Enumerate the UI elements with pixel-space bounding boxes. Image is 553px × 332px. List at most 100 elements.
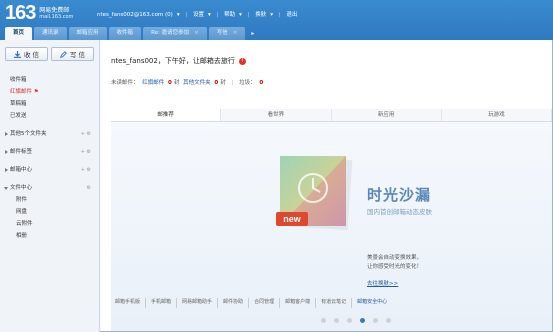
chevron-down-icon[interactable]: ▾ xyxy=(208,12,211,18)
tab-label: Re: 邀请您参加 xyxy=(151,30,190,36)
divider: | xyxy=(278,12,281,18)
logout-link[interactable]: 退出 xyxy=(286,12,297,18)
action-bar: 收 信 写 信 xyxy=(0,40,99,66)
carousel-dot[interactable] xyxy=(321,318,326,323)
compose-label: 写 信 xyxy=(69,51,86,59)
header: 163 网易免费邮 mail.163.com ntes_fans002@163.… xyxy=(0,0,553,40)
carousel-dot[interactable] xyxy=(386,318,391,323)
receive-button[interactable]: 收 信 xyxy=(5,47,48,61)
carousel-dot[interactable] xyxy=(347,318,352,323)
carousel-dot[interactable] xyxy=(373,318,378,323)
divider: | xyxy=(216,12,219,18)
promo-tab-recommend[interactable]: 邮推荐 xyxy=(111,109,222,121)
sidebar-item-label: 其他5个文件夹 xyxy=(10,131,47,137)
logo-text: 网易免费邮 mail.163.com xyxy=(39,7,73,21)
sidebar-item-label: 附件 xyxy=(16,197,28,203)
flag-icon: ⚑ xyxy=(33,89,39,95)
divider: | xyxy=(231,80,234,86)
sidebar-item-attachments[interactable]: 附件 xyxy=(0,194,99,206)
greeting-text: ntes_fans002，下午好，让邮箱去旅行 xyxy=(111,57,235,65)
footer-link[interactable]: 合同管理 xyxy=(249,298,281,308)
divider: | xyxy=(247,12,250,18)
sidebar-item-cloud-attachments[interactable]: 云附件 xyxy=(0,218,99,230)
promo-tab-apps[interactable]: 新应用 xyxy=(331,109,442,121)
footer-link[interactable]: 网易邮箱助手 xyxy=(177,298,219,308)
chevron-down-icon[interactable]: ▾ xyxy=(270,12,273,18)
tab-label: 邮箱应用 xyxy=(76,30,99,36)
tab-scroll-icon[interactable]: ▸ xyxy=(247,27,258,40)
account-name[interactable]: ntes_fans002@163.com (0) xyxy=(97,12,173,18)
folder-tools-icon[interactable]: + ⚙ xyxy=(81,128,91,140)
footer-links: 邮箱手机版 手机邮箱 网易邮箱助手 邮件协助 合同管理 邮箱客户端 有道云笔记 … xyxy=(110,298,552,308)
promo-description: 美景会自动变换效果， 让你感受时光的变化！ xyxy=(367,254,422,272)
tab-label: 写信 xyxy=(216,30,228,36)
promo-tab-games[interactable]: 玩游戏 xyxy=(441,109,552,121)
file-tools-icon[interactable]: ⚙ xyxy=(87,182,91,194)
logo-domain: mail.163.com xyxy=(39,14,74,20)
tab-home[interactable]: 首页 xyxy=(5,27,33,40)
stats-prefix: 未读邮件： xyxy=(111,80,139,86)
footer-link[interactable]: 有道云笔记 xyxy=(316,298,353,308)
logo[interactable]: 163 网易免费邮 mail.163.com xyxy=(5,3,73,23)
tab-mail-reply[interactable]: Re: 邀请您参加 × xyxy=(143,27,207,40)
sidebar-item-flagged[interactable]: 红旗邮件 ⚑ xyxy=(0,86,99,98)
red-flag-unit: 封 xyxy=(173,80,180,86)
promo-desc-line: 让你感受时光的变化！ xyxy=(367,264,423,270)
tab-label: 收件箱 xyxy=(116,30,134,36)
spam-count[interactable]: 0 xyxy=(259,80,263,86)
promo-title: 时光沙漏 xyxy=(367,186,432,204)
chevron-down-icon[interactable]: ▾ xyxy=(239,12,242,18)
sidebar-item-label: 收件箱 xyxy=(10,77,27,83)
center-tools-icon[interactable]: + ⚙ xyxy=(81,164,91,176)
sidebar-item-other-folders[interactable]: 其他5个文件夹 + ⚙ xyxy=(0,128,99,140)
chevron-down-icon[interactable]: ▾ xyxy=(177,12,180,18)
logo-number: 163 xyxy=(5,2,36,24)
promo-tab-world[interactable]: 看世界 xyxy=(221,109,332,121)
sidebar-item-album[interactable]: 相册 xyxy=(0,230,99,242)
settings-link[interactable]: 设置 xyxy=(193,12,204,18)
skin-link[interactable]: 换肤 xyxy=(255,12,266,18)
footer-link-security[interactable]: 邮箱安全中心 xyxy=(352,298,392,308)
alert-icon[interactable]: ! xyxy=(239,57,247,65)
compose-button[interactable]: 写 信 xyxy=(51,47,94,61)
red-flag-link[interactable]: 红旗邮件 xyxy=(142,80,164,86)
new-badge: new xyxy=(283,214,302,224)
tab-compose[interactable]: 写信 × xyxy=(208,27,246,40)
footer-link[interactable]: 邮箱手机版 xyxy=(110,298,147,308)
sidebar-item-file-center[interactable]: 文件中心 ⚙ xyxy=(0,182,99,194)
sidebar-item-label: 已发送 xyxy=(10,113,27,119)
promo-link[interactable]: 去往换肤>> xyxy=(367,279,398,287)
sidebar-item-tags[interactable]: 邮件标签 + ⚙ xyxy=(0,146,99,158)
footer-link[interactable]: 手机邮箱 xyxy=(146,298,178,308)
tab-contacts[interactable]: 通讯录 xyxy=(34,27,67,40)
top-bar: ntes_fans002@163.com (0) ▾ | 设置 ▾ | 帮助 ▾ | … xyxy=(97,10,301,18)
other-folders-link[interactable]: 其他文件夹 xyxy=(183,80,211,86)
sidebar-item-sent[interactable]: 已发送 xyxy=(0,110,99,122)
sidebar-item-label: 邮件标签 xyxy=(10,149,33,155)
tab-inbox[interactable]: 收件箱 xyxy=(108,27,142,40)
download-icon xyxy=(13,50,21,58)
tab-bar: 首页 通讯录 邮箱应用 收件箱 Re: 邀请您参加 × 写信 × ▸ xyxy=(5,27,258,40)
close-icon[interactable]: × xyxy=(233,30,238,36)
promo-tab-bar: 邮推荐 看世界 新应用 玩游戏 xyxy=(111,109,552,122)
sidebar-item-label: 文件中心 xyxy=(10,185,33,191)
tag-tools-icon[interactable]: + ⚙ xyxy=(81,146,91,158)
sidebar: 收 信 写 信 收件箱 红旗邮件 ⚑ 草稿箱 已发送 其他5个文件夹 + ⚙ 邮件… xyxy=(0,40,100,332)
tab-apps[interactable]: 邮箱应用 xyxy=(68,27,107,40)
divider: | xyxy=(185,12,188,18)
main-content: ntes_fans002，下午好，让邮箱去旅行 ! 未读邮件： 红旗邮件 0封 … xyxy=(101,40,552,331)
sidebar-item-mail-center[interactable]: 邮箱中心 + ⚙ xyxy=(0,164,99,176)
sidebar-item-inbox[interactable]: 收件箱 xyxy=(0,74,99,86)
help-link[interactable]: 帮助 xyxy=(224,12,235,18)
footer-link[interactable]: 邮件协助 xyxy=(218,298,250,308)
carousel-dot[interactable] xyxy=(334,318,339,323)
hourglass-skin-icon[interactable]: new xyxy=(276,154,356,237)
footer-link[interactable]: 邮箱客户端 xyxy=(280,298,317,308)
sidebar-item-drafts[interactable]: 草稿箱 xyxy=(0,98,99,110)
other-folders-unit: 封 xyxy=(220,80,226,86)
tab-label: 首页 xyxy=(13,30,25,36)
sidebar-item-netdisk[interactable]: 网盘 xyxy=(0,206,99,218)
close-icon[interactable]: × xyxy=(194,30,199,36)
sidebar-item-label: 云附件 xyxy=(16,221,33,227)
carousel-dot-active[interactable] xyxy=(360,318,365,323)
